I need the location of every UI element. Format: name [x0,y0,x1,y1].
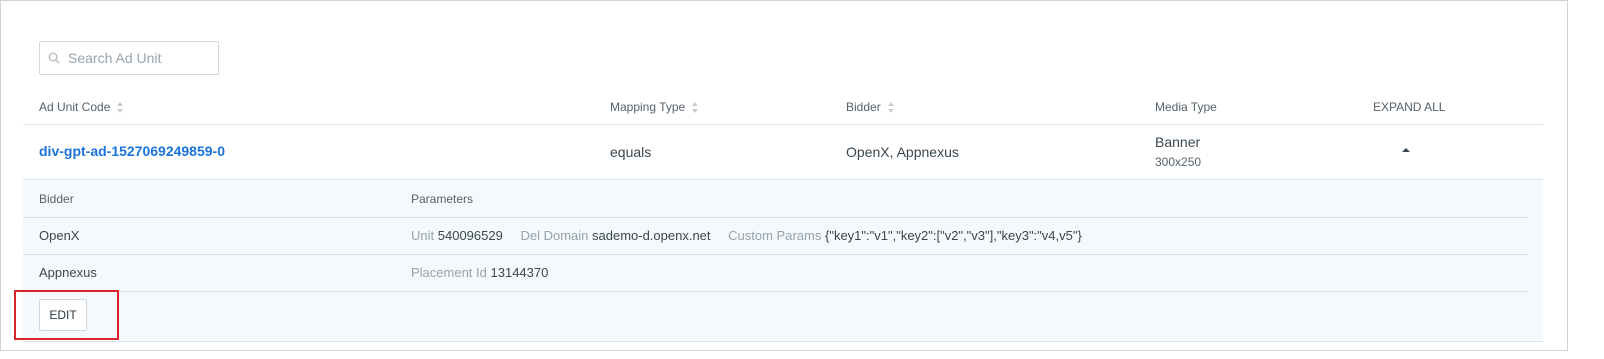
details-bidder-appnexus: Appnexus [39,265,97,280]
details-bidder-openx: OpenX [39,228,80,243]
media-type-value: Banner [1155,134,1201,150]
param-key: Placement Id [411,265,487,280]
expand-all-button[interactable]: EXPAND ALL [1373,100,1445,114]
collapse-caret-icon[interactable] [1402,148,1410,152]
param-value: sademo-d.openx.net [592,228,711,243]
details-divider [23,254,1528,255]
param-key: Custom Params [728,228,822,243]
header-mapping-type-label: Mapping Type [610,100,686,114]
bidder-value: OpenX, Appnexus [846,144,959,160]
header-bidder-label: Bidder [846,100,881,114]
media-size-value: 300x250 [1155,155,1202,169]
highlight-box [14,290,119,340]
details-params-openx: Unit 540096529 Del Domain sademo-d.openx… [411,228,1096,243]
search-input[interactable] [68,50,208,66]
sort-icon[interactable] [117,101,124,113]
details-params-appnexus: Placement Id 13144370 [411,265,562,280]
details-header-bidder: Bidder [39,192,74,206]
param-value: 540096529 [437,228,503,243]
header-media-type: Media Type [1155,100,1217,114]
header-divider [23,124,1543,125]
header-media-type-label: Media Type [1155,100,1217,114]
header-ad-unit-code-label: Ad Unit Code [39,100,111,114]
header-ad-unit-code[interactable]: Ad Unit Code [39,100,124,114]
sort-icon[interactable] [887,101,895,113]
expanded-details-panel: Bidder Parameters OpenX Unit 540096529 D… [23,179,1543,342]
param-value: 13144370 [490,265,549,280]
ad-unit-code-link[interactable]: div-gpt-ad-1527069249859-0 [39,143,225,159]
param-key: Del Domain [520,228,589,243]
search-icon [48,52,60,64]
param-value: {"key1":"v1","key2":["v2","v3"],"key3":"… [824,228,1082,243]
details-header-parameters: Parameters [411,192,474,206]
search-box[interactable] [39,41,219,75]
param-key: Unit [411,228,435,243]
header-mapping-type[interactable]: Mapping Type [610,100,699,114]
details-divider [23,217,1528,218]
expand-all-label: EXPAND ALL [1373,100,1446,114]
sort-icon[interactable] [692,101,699,113]
ad-unit-table-frame: Ad Unit Code Mapping Type Bidder Media T… [0,0,1568,351]
details-divider [23,291,1528,292]
mapping-type-value: equals [610,144,652,160]
header-bidder[interactable]: Bidder [846,100,895,114]
